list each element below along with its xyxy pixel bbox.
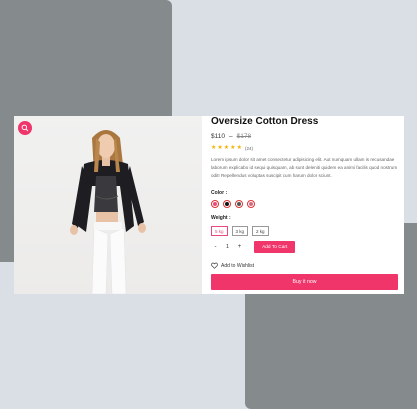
- price-separator: –: [228, 133, 233, 140]
- price-row: $110 – $178: [211, 133, 251, 140]
- quantity-row: - 1 + Add To Cart: [211, 241, 296, 253]
- weight-label: Weight :: [211, 215, 231, 221]
- weight-option[interactable]: 5 kg: [211, 226, 228, 236]
- wishlist-label: Add to Wishlist: [221, 262, 255, 269]
- star-icon: ★: [236, 145, 242, 151]
- color-swatch-pink[interactable]: [211, 200, 219, 208]
- product-title: Oversize Cotton Dress: [211, 116, 319, 127]
- color-label: Color :: [211, 190, 228, 196]
- rating-count: (24): [244, 145, 253, 151]
- quantity-increase-button[interactable]: +: [235, 243, 244, 252]
- product-card: Oversize Cotton Dress $110 – $178 ★ ★ ★ …: [14, 116, 404, 294]
- zoom-button[interactable]: [18, 121, 32, 135]
- rating: ★ ★ ★ ★ ★ (24): [211, 145, 253, 151]
- quantity-value[interactable]: 1: [226, 244, 229, 250]
- buy-now-button[interactable]: Buy it now: [211, 274, 398, 290]
- product-info: Oversize Cotton Dress $110 – $178 ★ ★ ★ …: [211, 116, 401, 294]
- heart-icon: [211, 262, 218, 269]
- weight-option[interactable]: 2 kg: [252, 226, 269, 236]
- color-swatch-gray[interactable]: [235, 200, 243, 208]
- quantity-decrease-button[interactable]: -: [211, 243, 220, 252]
- add-to-cart-button[interactable]: Add To Cart: [254, 241, 296, 253]
- color-swatch-black[interactable]: [223, 200, 231, 208]
- star-icon: ★: [223, 145, 230, 151]
- current-price: $110: [211, 133, 225, 140]
- weight-options: 5 kg 3 kg 2 kg: [211, 226, 269, 236]
- product-description: Lorem ipsum dolor sit amet consectetur a…: [211, 157, 398, 178]
- add-to-wishlist-link[interactable]: Add to Wishlist: [211, 262, 254, 269]
- weight-option[interactable]: 3 kg: [231, 226, 249, 236]
- star-icon: ★: [211, 145, 217, 151]
- star-icon: ★: [230, 145, 236, 151]
- color-swatches: [211, 200, 255, 208]
- star-icon: ★: [217, 145, 223, 151]
- model-illustration: [70, 130, 146, 294]
- zoom-icon: [21, 124, 29, 132]
- color-swatch-rose[interactable]: [247, 200, 255, 208]
- product-image: [14, 116, 202, 294]
- old-price: $178: [236, 133, 252, 140]
